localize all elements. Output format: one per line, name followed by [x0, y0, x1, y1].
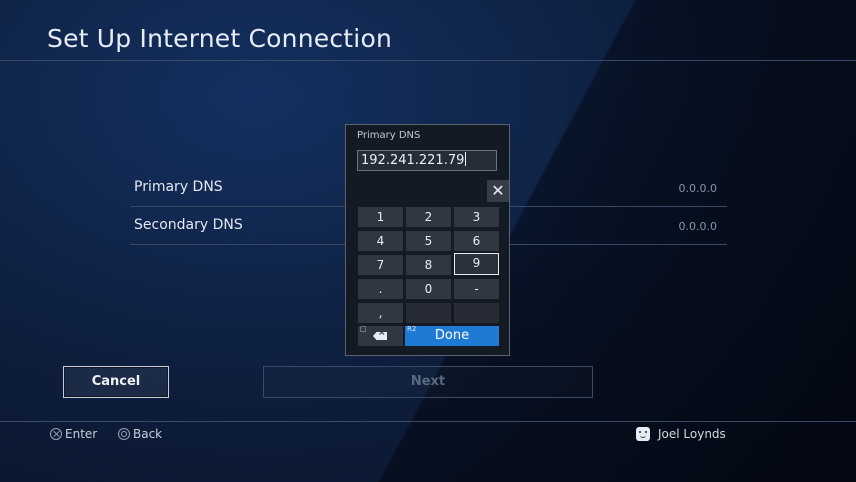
key-2[interactable]: 2: [406, 207, 451, 227]
keypad-field-label: Primary DNS: [357, 130, 421, 141]
circle-button-icon: [118, 428, 130, 440]
enter-hint: Enter: [50, 427, 97, 441]
next-button[interactable]: Next: [263, 366, 593, 398]
key-7[interactable]: 7: [358, 255, 403, 275]
footer-divider: [0, 421, 856, 422]
key-9[interactable]: 9: [454, 253, 499, 275]
key-3[interactable]: 3: [454, 207, 499, 227]
cancel-button[interactable]: Cancel: [63, 366, 169, 398]
cross-button-icon: [50, 428, 62, 440]
key-blank: [454, 303, 499, 323]
dns-input[interactable]: 192.241.221.79: [357, 150, 497, 171]
done-button[interactable]: R2 Done: [405, 325, 499, 346]
setting-label: Secondary DNS: [134, 217, 243, 233]
backspace-icon: [373, 332, 387, 340]
text-caret: [465, 152, 467, 166]
key-4[interactable]: 4: [358, 231, 403, 251]
r2-button-tag: R2: [407, 325, 417, 333]
key-comma[interactable]: ,: [358, 303, 403, 323]
page-title: Set Up Internet Connection: [47, 24, 392, 53]
setting-label: Primary DNS: [134, 179, 223, 195]
user-indicator: Joel Loynds: [636, 427, 726, 441]
enter-hint-label: Enter: [65, 427, 98, 441]
key-6[interactable]: 6: [454, 231, 499, 251]
back-hint: Back: [118, 427, 162, 441]
user-name: Joel Loynds: [658, 427, 726, 441]
key-hyphen[interactable]: -: [454, 279, 499, 299]
setting-value: 0.0.0.0: [678, 182, 717, 195]
key-blank: [406, 303, 451, 323]
user-avatar-icon: [636, 427, 650, 441]
back-hint-label: Back: [133, 427, 163, 441]
square-button-tag: □: [360, 325, 367, 333]
numeric-keypad-dialog: Primary DNS 192.241.221.79 ✕ 1 2 3 4 5 6…: [345, 124, 510, 356]
backspace-button[interactable]: □: [358, 325, 403, 346]
key-period[interactable]: .: [358, 279, 403, 299]
title-divider: [0, 60, 856, 61]
close-icon: ✕: [491, 181, 505, 200]
key-0[interactable]: 0: [406, 279, 451, 299]
key-5[interactable]: 5: [406, 231, 451, 251]
key-8[interactable]: 8: [406, 255, 451, 275]
key-1[interactable]: 1: [358, 207, 403, 227]
close-keypad-button[interactable]: ✕: [487, 180, 509, 202]
dns-input-value: 192.241.221.79: [361, 153, 465, 168]
done-label: Done: [434, 328, 470, 343]
setting-value: 0.0.0.0: [678, 220, 717, 233]
